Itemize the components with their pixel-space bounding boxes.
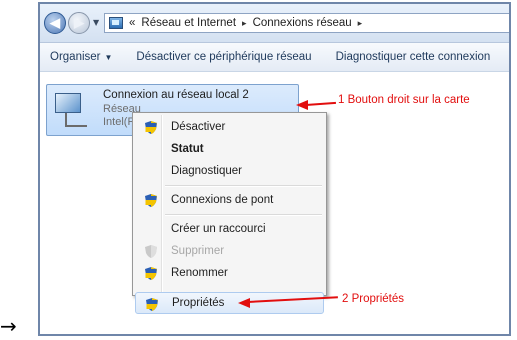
menu-item-creer-raccourci[interactable]: Créer un raccourci (135, 218, 324, 240)
breadcrumb-reseau-internet[interactable]: Réseau et Internet (141, 17, 236, 29)
uac-shield-icon (145, 121, 157, 134)
menu-label: Renommer (171, 267, 228, 279)
control-panel-icon (109, 17, 123, 29)
uac-shield-icon (145, 267, 157, 280)
menu-label: Connexions de pont (171, 194, 274, 206)
menu-label: Supprimer (171, 245, 225, 257)
explorer-window: ◀ ▶ ▼ « Réseau et Internet ▸ Connexions … (38, 2, 511, 336)
diagnose-connection-button[interactable]: Diagnostiquer cette connexion (322, 51, 501, 63)
menu-item-proprietes[interactable]: Propriétés (135, 292, 324, 314)
history-dropdown-icon[interactable]: ▼ (93, 18, 99, 27)
menu-label: Propriétés (172, 297, 225, 309)
adapter-device: Intel(R (103, 116, 136, 128)
address-prefix[interactable]: « (129, 17, 135, 29)
forward-button[interactable]: ▶ (68, 12, 90, 34)
connections-list: Connexion au réseau local 2 Réseau Intel… (40, 72, 509, 334)
uac-shield-icon (145, 245, 157, 258)
pointer-arrow-icon: → (0, 314, 17, 338)
annotation-arrow-line (305, 101, 336, 106)
menu-separator (165, 185, 322, 187)
uac-shield-icon (146, 298, 158, 311)
uac-shield-icon (145, 194, 157, 207)
annotation-step2: 2 Propriétés (342, 293, 405, 305)
organize-button[interactable]: Organiser ▼ (40, 51, 122, 63)
address-field[interactable]: « Réseau et Internet ▸ Connexions réseau… (104, 13, 509, 33)
menu-item-supprimer[interactable]: Supprimer (135, 240, 324, 262)
back-button[interactable]: ◀ (44, 12, 66, 34)
breadcrumb-separator-icon[interactable]: ▸ (242, 18, 247, 29)
annotation-arrow-head (238, 298, 250, 308)
menu-label: Désactiver (171, 121, 226, 133)
chevron-down-icon: ▼ (104, 53, 113, 62)
breadcrumb-connexions-reseau[interactable]: Connexions réseau (253, 17, 352, 29)
disable-device-button[interactable]: Désactiver ce périphérique réseau (122, 51, 321, 63)
network-adapter-icon (53, 91, 89, 127)
menu-item-desactiver[interactable]: Désactiver (135, 116, 324, 138)
command-bar: Organiser ▼ Désactiver ce périphérique ré… (40, 43, 509, 72)
menu-item-statut[interactable]: Statut (135, 138, 324, 160)
address-bar-area: ◀ ▶ ▼ « Réseau et Internet ▸ Connexions … (40, 4, 509, 43)
menu-item-connexions-de-pont[interactable]: Connexions de pont (135, 189, 324, 211)
annotation-step1: 1 Bouton droit sur la carte (338, 94, 470, 106)
organize-label: Organiser (50, 51, 101, 63)
menu-separator (165, 214, 322, 216)
menu-item-renommer[interactable]: Renommer (135, 262, 324, 284)
context-menu: Désactiver Statut Diagnostiquer Connexio… (132, 112, 327, 296)
breadcrumb-separator-icon[interactable]: ▸ (358, 18, 363, 29)
adapter-name: Connexion au réseau local 2 (103, 89, 249, 101)
menu-item-diagnostiquer[interactable]: Diagnostiquer (135, 160, 324, 182)
